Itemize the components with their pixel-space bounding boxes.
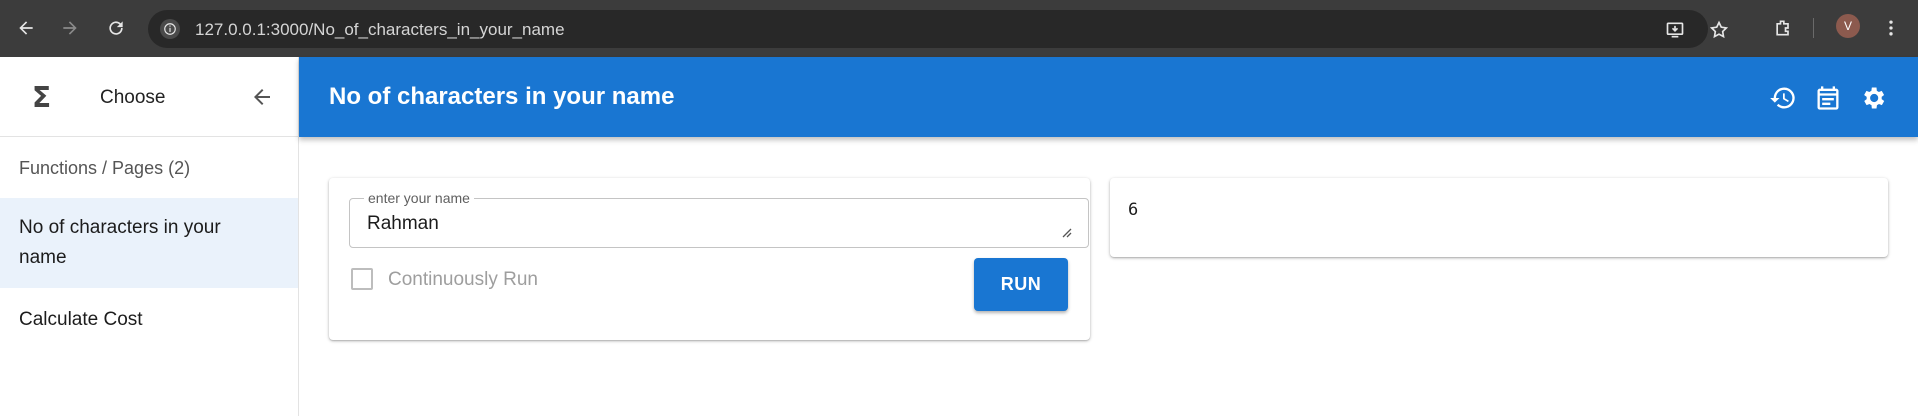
profile-avatar[interactable]: V <box>1836 14 1860 38</box>
sidebar-item-label: No of characters in your name <box>19 217 221 268</box>
reload-icon[interactable] <box>104 16 128 40</box>
resize-handle-icon[interactable] <box>1062 225 1072 238</box>
sidebar-item-no-of-characters[interactable]: No of characters in your name <box>0 198 298 288</box>
page-title: No of characters in your name <box>329 83 675 110</box>
name-field-label: enter your name <box>364 190 474 206</box>
result-output: 6 <box>1128 200 1139 220</box>
continuously-run-checkbox[interactable] <box>351 268 373 290</box>
sidebar-item-label: Calculate Cost <box>19 309 143 330</box>
extensions-icon[interactable] <box>1772 17 1794 39</box>
sidebar-header: Σ Choose <box>0 57 298 137</box>
name-textarea[interactable]: enter your name Rahman <box>349 190 1089 248</box>
address-bar[interactable]: 127.0.0.1:3000/No_of_characters_in_your_… <box>148 10 1729 48</box>
app-bar: No of characters in your name <box>299 57 1918 137</box>
result-card: 6 <box>1110 178 1888 257</box>
browser-toolbar: 127.0.0.1:3000/No_of_characters_in_your_… <box>0 0 1918 57</box>
sidebar-section-title: Functions / Pages (2) <box>19 158 191 178</box>
sigma-logo-icon: Σ <box>32 81 52 114</box>
back-icon[interactable] <box>14 16 38 40</box>
bookmark-star-icon[interactable] <box>1708 19 1730 41</box>
forward-icon[interactable] <box>58 16 82 40</box>
sidebar-title: Choose <box>100 87 166 108</box>
url-text: 127.0.0.1:3000/No_of_characters_in_your_… <box>195 20 565 39</box>
name-field-value[interactable]: Rahman <box>367 213 439 235</box>
toolbar-divider <box>1813 18 1814 38</box>
site-info-icon[interactable] <box>160 19 180 39</box>
continuously-run-label: Continuously Run <box>388 269 538 290</box>
sidebar: Σ Choose Functions / Pages (2) No of cha… <box>0 57 299 416</box>
browser-menu-icon[interactable] <box>1880 17 1902 39</box>
settings-gear-icon[interactable] <box>1859 84 1887 112</box>
input-card: enter your name Rahman Continuously Run … <box>329 178 1090 340</box>
install-app-icon[interactable] <box>1664 19 1686 41</box>
history-icon[interactable] <box>1769 84 1797 112</box>
run-button[interactable]: RUN <box>974 258 1068 311</box>
sidebar-item-calculate-cost[interactable]: Calculate Cost <box>0 300 298 340</box>
calendar-icon[interactable] <box>1814 84 1842 112</box>
collapse-sidebar-arrow-icon[interactable] <box>250 85 274 109</box>
